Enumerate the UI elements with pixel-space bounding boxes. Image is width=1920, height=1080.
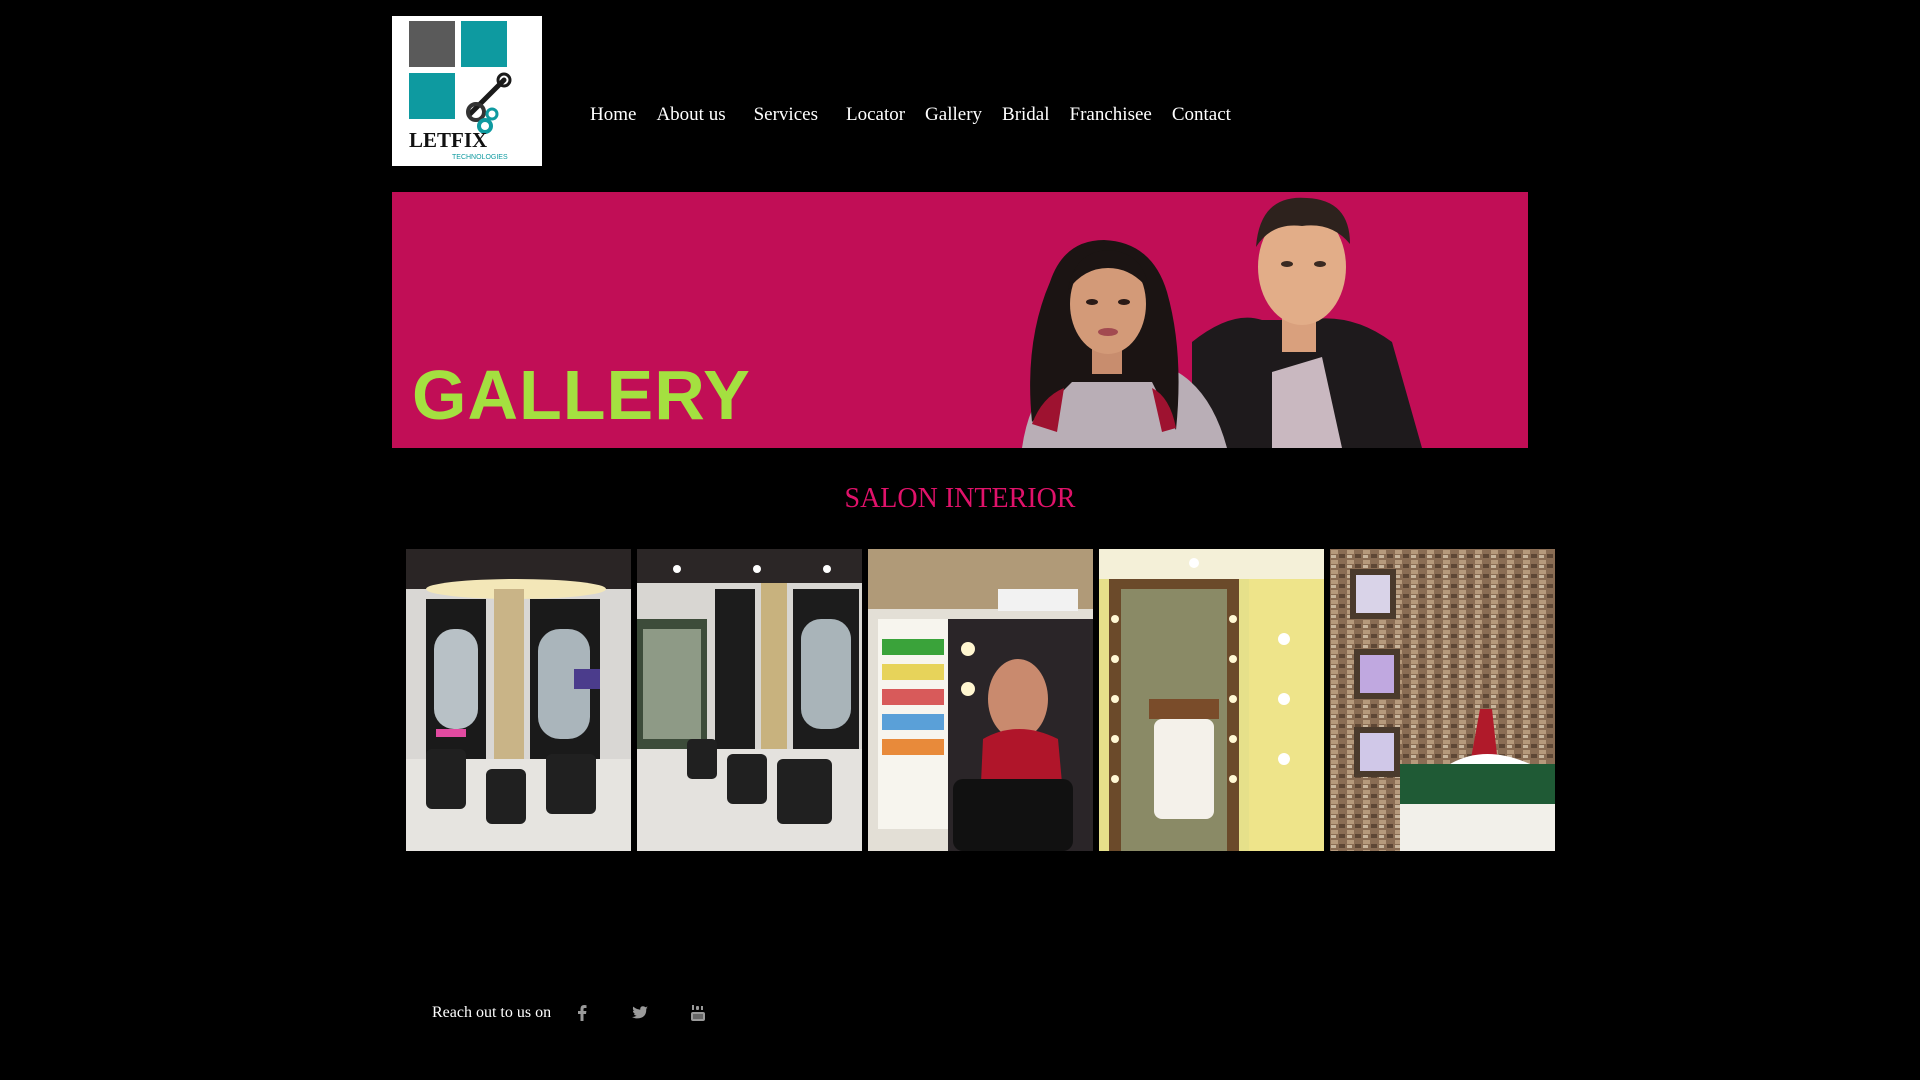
treatment-room-photo-icon [1330,549,1555,851]
banner-title: GALLERY [412,356,751,434]
gallery-photo[interactable] [1099,549,1324,851]
nav-item-locator[interactable]: Locator [846,104,905,126]
section-title: SALON INTERIOR [844,483,1076,514]
nav-item-bridal[interactable]: Bridal [1002,104,1050,126]
nav-item-gallery[interactable]: Gallery [925,104,982,126]
twitter-icon[interactable] [631,1004,649,1022]
nav-item-contact[interactable]: Contact [1172,104,1231,126]
nav-item-home[interactable]: Home [590,104,636,126]
vanity-mirror-photo-icon [1099,549,1324,851]
gallery-banner: GALLERY [392,192,1528,448]
youtube-icon[interactable] [689,1004,707,1022]
logo-subtext: TECHNOLOGIES [452,154,508,161]
letfix-logo[interactable]: LETFIX TECHNOLOGIES [392,16,542,166]
gallery-photo[interactable] [406,549,631,851]
footer-text: Reach out to us on [432,1004,552,1021]
salon-stations-photo-icon [406,549,631,851]
facebook-icon[interactable] [573,1004,591,1022]
footer: Reach out to us on [432,1004,747,1022]
nav-item-services[interactable]: Services [754,104,818,126]
logo-text: LETFIX [409,128,487,152]
gallery-photo[interactable] [637,549,862,851]
gallery-photo[interactable] [1330,549,1555,851]
logo-mark-icon: LETFIX TECHNOLOGIES [409,21,512,161]
gallery-photo[interactable] [868,549,1093,851]
nav-item-about-us[interactable]: About us [656,104,725,126]
page: LETFIX TECHNOLOGIES Home About us Servic… [0,0,1920,1080]
nav-item-franchisee[interactable]: Franchisee [1070,104,1152,126]
product-shelf-photo-icon [868,549,1093,851]
salon-chairs-photo-icon [637,549,862,851]
gallery-grid [406,549,1555,851]
main-nav: Home About us Services Locator Gallery B… [590,102,1251,128]
